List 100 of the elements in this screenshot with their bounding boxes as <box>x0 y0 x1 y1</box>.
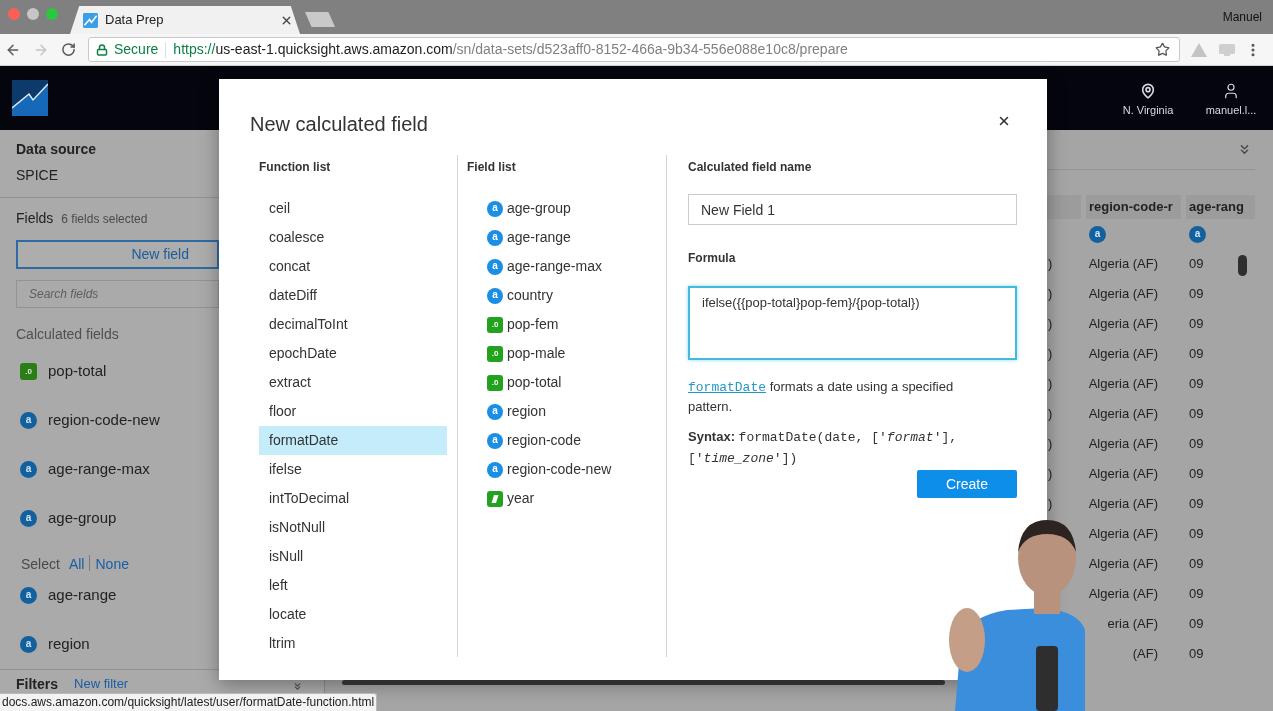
table-cell: Algeria (AF) <box>1088 436 1158 452</box>
table-cell: eria (AF) <box>1107 616 1158 632</box>
number-type-badge: .0 <box>487 345 503 362</box>
string-type-badge: a <box>487 461 503 478</box>
string-type-badge: a <box>487 403 503 420</box>
reload-icon[interactable] <box>61 42 76 57</box>
string-type-badge: a <box>487 258 503 275</box>
field-name[interactable]: pop-total <box>48 360 107 383</box>
table-cell: Algeria (AF) <box>1088 496 1158 512</box>
function-list-item[interactable]: formatDate <box>259 426 447 455</box>
string-type-badge: a <box>20 510 37 527</box>
field-label: Formula <box>688 251 736 265</box>
section-title: Data source <box>16 141 97 158</box>
column-heading: Field list <box>467 160 516 174</box>
select-label: Select <box>21 557 60 571</box>
table-cell: Algeria (AF) <box>1088 406 1158 422</box>
table-cell: 09 <box>1189 556 1204 572</box>
table-cell: 09 <box>1189 586 1204 602</box>
column-header[interactable]: region-code-r <box>1086 195 1181 219</box>
table-cell: Algeria (AF) <box>1088 256 1158 272</box>
address-bar[interactable]: Secure https://us-east-1.quicksight.aws.amazon.com/sn/data-sets/d523aff0-8152-466a-9b34-556e088e10c8/prepare <box>88 37 1180 62</box>
string-type-badge: a <box>1189 225 1206 243</box>
field-list-item[interactable]: pop-male <box>507 343 566 364</box>
field-name-input[interactable]: New Field 1 <box>688 194 1017 225</box>
section-title: Filters <box>16 675 58 692</box>
number-type-badge: .0 <box>487 374 503 391</box>
field-name[interactable]: age-range-max <box>48 458 150 481</box>
string-type-badge: a <box>1089 225 1106 243</box>
bookmark-star-icon[interactable] <box>1155 42 1170 57</box>
close-icon[interactable] <box>997 114 1011 128</box>
new-tab-button[interactable] <box>305 12 335 27</box>
url-text: https://us-east-1.quicksight.aws.amazon.com/sn/data-sets/d523aff0-8152-466a-9b34-556e088e10c8/prepare <box>173 40 848 59</box>
field-list-item[interactable]: age-range-max <box>507 256 602 277</box>
table-cell: Algeria (AF) <box>1088 286 1158 302</box>
lock-icon <box>96 43 108 56</box>
field-list-item[interactable]: region-code <box>507 430 581 451</box>
field-list-item[interactable]: country <box>507 285 553 306</box>
field-list-item[interactable]: year <box>507 488 535 509</box>
table-cell: ) <box>1048 286 1053 302</box>
table-cell: 09 <box>1189 436 1204 452</box>
field-name[interactable]: region <box>48 633 90 656</box>
table-cell: ) <box>1048 496 1053 512</box>
minimize-window-button[interactable] <box>27 8 39 20</box>
date-type-icon <box>487 490 503 507</box>
tab-title: Data Prep <box>105 11 164 30</box>
table-cell: ) <box>1048 376 1053 392</box>
double-chevron-down-icon[interactable] <box>292 681 303 692</box>
table-cell: 09 <box>1189 496 1204 512</box>
scrollbar-thumb[interactable] <box>1238 255 1247 276</box>
table-cell: ) <box>1048 436 1053 452</box>
table-cell: 09 <box>1189 286 1204 302</box>
column-heading: Calculated field name <box>688 160 812 174</box>
formula-field[interactable]: ifelse({{pop-total}pop-fem}/{pop-total}) <box>688 286 1017 360</box>
table-cell: Algeria (AF) <box>1088 526 1158 542</box>
table-cell: ) <box>1048 316 1053 332</box>
field-list-item[interactable]: pop-total <box>507 372 562 393</box>
scrollbar-thumb[interactable] <box>342 680 945 685</box>
table-cell: 09 <box>1189 346 1204 362</box>
table-cell: Algeria (AF) <box>1088 316 1158 332</box>
browser-tab[interactable]: Data Prep <box>70 6 300 34</box>
table-cell: 09 <box>1189 646 1204 662</box>
search-field[interactable]: Search fields <box>16 280 219 308</box>
selection-count: 6 fields selected <box>61 212 148 227</box>
section-title: Calculated fields <box>16 326 119 343</box>
app-logo-icon <box>83 12 98 28</box>
profile-name[interactable]: Manuel <box>1222 8 1262 26</box>
syntax-text: Syntax: formatDate(date, ['format'], ['time_zone']) <box>688 428 959 468</box>
location-pin-icon[interactable] <box>1140 81 1156 100</box>
table-cell: ) <box>1048 256 1053 272</box>
user-name[interactable]: manuel.l... <box>1205 103 1257 117</box>
string-type-badge: a <box>487 229 503 246</box>
string-type-badge: a <box>487 200 503 217</box>
string-type-badge: a <box>20 587 37 604</box>
table-cell: ) <box>1048 466 1053 482</box>
security-label: Secure <box>114 40 159 59</box>
column-header[interactable]: age-rang <box>1186 195 1255 219</box>
field-list-item[interactable]: age-group <box>507 198 571 219</box>
table-cell: ) <box>1048 406 1053 422</box>
number-type-badge: .0 <box>20 363 37 380</box>
field-name[interactable]: age-group <box>48 507 117 530</box>
field-list-item[interactable]: region-code-new <box>507 459 612 480</box>
table-cell: Algeria (AF) <box>1088 346 1158 362</box>
table-cell: 09 <box>1189 406 1204 422</box>
table-cell: (AF) <box>1132 646 1158 662</box>
field-list-item[interactable]: pop-fem <box>507 314 559 335</box>
function-description: formatDate formats a date using a specified pattern. <box>688 378 955 416</box>
string-type-badge: a <box>20 461 37 478</box>
region-label[interactable]: N. Virginia <box>1122 103 1174 117</box>
data-source-name: SPICE <box>16 167 58 184</box>
table-cell: 09 <box>1189 466 1204 482</box>
app-logo-icon[interactable] <box>12 80 48 116</box>
string-type-badge: a <box>487 287 503 304</box>
table-cell: Algeria (AF) <box>1088 466 1158 482</box>
field-list-item[interactable]: region <box>507 401 546 422</box>
table-cell: 09 <box>1189 616 1204 632</box>
field-name[interactable]: age-range <box>48 584 117 607</box>
field-name[interactable]: region-code-new <box>48 409 160 432</box>
field-list-item[interactable]: age-range <box>507 227 571 248</box>
table-cell: 09 <box>1189 376 1204 392</box>
table-cell: 09 <box>1189 526 1204 542</box>
